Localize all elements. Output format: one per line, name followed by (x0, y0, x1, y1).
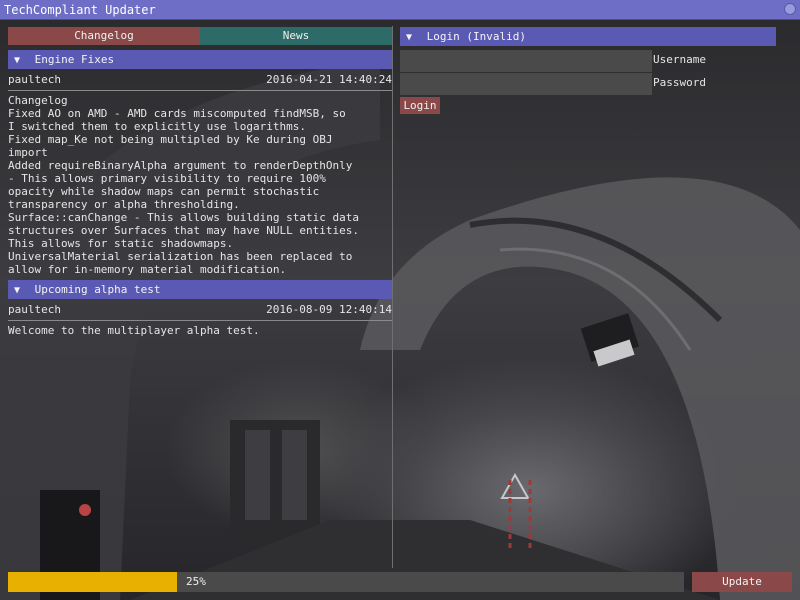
post-meta: paultech 2016-08-09 12:40:14 (8, 302, 392, 318)
login-pane: ▼ Login (Invalid) Username Password Logi… (398, 26, 776, 568)
tab-news[interactable]: News (200, 27, 392, 45)
download-progress-bar: 25% (8, 572, 684, 592)
close-icon[interactable] (784, 3, 796, 15)
triangle-down-icon: ▼ (14, 285, 21, 296)
triangle-down-icon: ▼ (406, 32, 413, 43)
divider (8, 90, 392, 91)
pane-divider[interactable] (392, 26, 393, 568)
post-body: Changelog Fixed AO on AMD - AMD cards mi… (8, 94, 359, 276)
post-author: paultech (8, 73, 61, 86)
post-title: Engine Fixes (34, 53, 115, 66)
username-field[interactable] (400, 50, 652, 72)
password-label: Password (653, 76, 706, 89)
password-field[interactable] (400, 73, 652, 95)
login-header-title: Login (Invalid) (426, 30, 526, 43)
progress-fill (8, 572, 177, 592)
changelog-pane: Changelog News ▼ Engine Fixes paultech 2… (6, 26, 392, 568)
post-body: Welcome to the multiplayer alpha test. (8, 324, 260, 337)
username-label: Username (653, 53, 706, 66)
tab-bar: Changelog News (8, 27, 392, 45)
post-meta: paultech 2016-04-21 14:40:24 (8, 72, 392, 88)
post-author: paultech (8, 303, 61, 316)
post-date: 2016-08-09 12:40:14 (266, 303, 392, 316)
login-button[interactable]: Login (400, 97, 440, 114)
update-button[interactable]: Update (692, 572, 792, 592)
divider (8, 320, 392, 321)
progress-label: 25% (186, 575, 206, 588)
triangle-down-icon: ▼ (14, 55, 21, 66)
post-header-engine-fixes[interactable]: ▼ Engine Fixes (8, 50, 392, 69)
window-title: TechCompliant Updater (4, 3, 156, 17)
tab-changelog[interactable]: Changelog (8, 27, 200, 45)
login-header[interactable]: ▼ Login (Invalid) (400, 27, 776, 46)
post-header-alpha-test[interactable]: ▼ Upcoming alpha test (8, 280, 392, 299)
post-date: 2016-04-21 14:40:24 (266, 73, 392, 86)
title-bar: TechCompliant Updater (0, 0, 800, 20)
post-title: Upcoming alpha test (34, 283, 161, 296)
